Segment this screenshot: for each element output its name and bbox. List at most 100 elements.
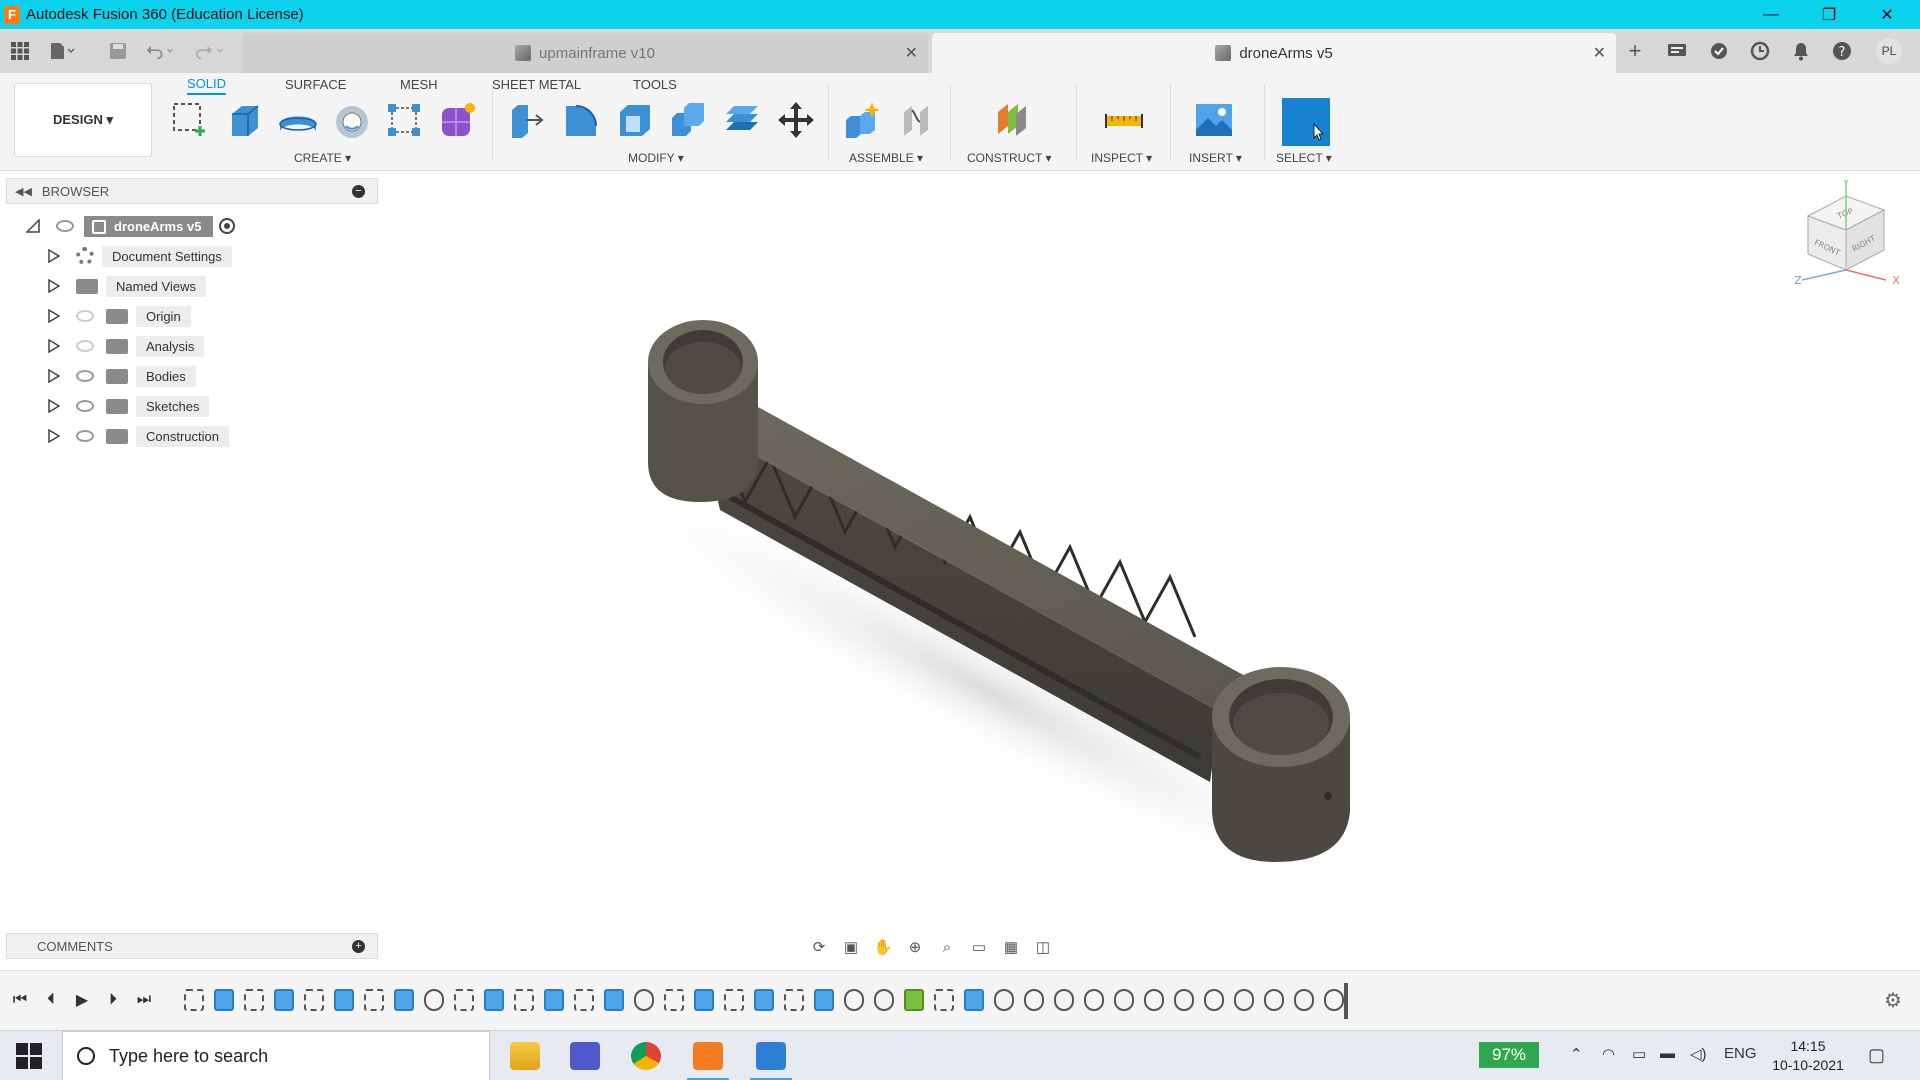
timeline-fillet-icon[interactable] xyxy=(1024,989,1044,1011)
taskbar-search-box[interactable]: Type here to search xyxy=(62,1031,490,1080)
tab-tools[interactable]: TOOLS xyxy=(633,73,677,95)
timeline-combine-icon[interactable] xyxy=(604,989,624,1011)
timeline-fillet-icon[interactable] xyxy=(1324,989,1344,1011)
fillet-icon[interactable] xyxy=(558,98,602,142)
timeline-fillet-icon[interactable] xyxy=(1264,989,1284,1011)
comments-panel-header[interactable]: COMMENTS + xyxy=(6,933,378,959)
volume-icon[interactable]: ◁) xyxy=(1690,1045,1707,1063)
user-avatar[interactable]: PL xyxy=(1876,38,1902,64)
timeline-extrude-icon[interactable] xyxy=(544,989,564,1011)
notifications-bell-icon[interactable] xyxy=(1788,38,1814,64)
tab-close-icon[interactable]: ✕ xyxy=(905,43,918,63)
timeline-marker[interactable] xyxy=(1344,983,1348,1019)
timeline-extrude-icon[interactable] xyxy=(484,989,504,1011)
display-settings-icon[interactable]: ▭ xyxy=(968,937,990,957)
minimize-button[interactable]: — xyxy=(1742,0,1800,29)
tab-dronearms[interactable]: droneArms v5 ✕ xyxy=(932,33,1616,73)
timeline-settings-gear-icon[interactable]: ⚙ xyxy=(1882,989,1904,1011)
hidden-eye-icon[interactable] xyxy=(76,310,94,322)
combine-icon[interactable] xyxy=(666,98,710,142)
windows-start-icon[interactable] xyxy=(16,1043,42,1069)
teams-icon[interactable] xyxy=(560,1036,610,1076)
browser-item-document-settings[interactable]: Document Settings xyxy=(48,244,232,268)
browser-item-origin[interactable]: Origin xyxy=(48,304,191,328)
timeline-sketch-icon[interactable] xyxy=(514,989,534,1011)
browser-item-construction[interactable]: Construction xyxy=(48,424,229,448)
expand-triangle-icon[interactable] xyxy=(48,369,60,383)
tab-upmainframe[interactable]: upmainframe v10 ✕ xyxy=(242,33,928,73)
power-icon[interactable]: ▬ xyxy=(1660,1045,1675,1062)
expand-triangle-icon[interactable] xyxy=(48,249,60,263)
show-hidden-icons-icon[interactable]: ⌃ xyxy=(1570,1045,1583,1063)
select-icon[interactable] xyxy=(1282,98,1330,146)
press-pull-icon[interactable] xyxy=(504,98,548,142)
timeline-sketch-icon[interactable] xyxy=(304,989,324,1011)
tab-solid[interactable]: SOLID xyxy=(187,73,226,95)
data-panel-grid-icon[interactable] xyxy=(6,37,34,65)
tab-mesh[interactable]: MESH xyxy=(400,73,438,95)
file-menu-icon[interactable] xyxy=(48,37,76,65)
timeline-fillet-icon[interactable] xyxy=(1294,989,1314,1011)
hole-icon[interactable] xyxy=(330,98,374,142)
joint-icon[interactable] xyxy=(894,98,938,142)
timeline-sketch-icon[interactable] xyxy=(244,989,264,1011)
timeline-sketch-icon[interactable] xyxy=(784,989,804,1011)
collapse-triangle-icon[interactable] xyxy=(26,219,40,233)
timeline-extrude-icon[interactable] xyxy=(694,989,714,1011)
tablet-icon[interactable]: ▭ xyxy=(1632,1045,1646,1063)
insert-image-icon[interactable] xyxy=(1192,98,1236,142)
timeline-sketch-icon[interactable] xyxy=(574,989,594,1011)
help-icon[interactable]: ? xyxy=(1829,38,1855,64)
move-copy-icon[interactable] xyxy=(774,98,818,142)
clock-icon[interactable] xyxy=(1747,38,1773,64)
timeline-play-icon[interactable]: ▶ xyxy=(71,989,93,1011)
timeline-fillet-icon[interactable] xyxy=(424,989,444,1011)
timeline-extrude-icon[interactable] xyxy=(964,989,984,1011)
browser-root-item[interactable]: droneArms v5 xyxy=(26,214,235,238)
timeline-fillet-icon[interactable] xyxy=(634,989,654,1011)
close-button[interactable]: ✕ xyxy=(1858,0,1916,29)
language-indicator[interactable]: ENG xyxy=(1724,1045,1757,1062)
browser-item-bodies[interactable]: Bodies xyxy=(48,364,196,388)
timeline-fillet-icon[interactable] xyxy=(1144,989,1164,1011)
timeline-next-icon[interactable]: ⏵ xyxy=(102,989,124,1011)
timeline-fillet-icon[interactable] xyxy=(874,989,894,1011)
timeline-extrude-icon[interactable] xyxy=(754,989,774,1011)
new-tab-button[interactable]: + xyxy=(1622,38,1648,64)
browser-item-named-views[interactable]: Named Views xyxy=(48,274,206,298)
create-form-icon[interactable] xyxy=(436,98,480,142)
chrome-icon[interactable] xyxy=(621,1036,671,1076)
extrude-icon[interactable] xyxy=(222,98,266,142)
timeline-last-icon[interactable]: ⏭ xyxy=(133,989,155,1011)
offset-plane-icon[interactable] xyxy=(990,98,1034,142)
browser-minimize-icon[interactable]: − xyxy=(352,185,365,198)
insert-group-label[interactable]: INSERT ▾ xyxy=(1189,151,1242,165)
system-clock[interactable]: 14:15 10-10-2021 xyxy=(1770,1037,1846,1075)
assemble-group-label[interactable]: ASSEMBLE ▾ xyxy=(849,151,923,165)
canvas-viewport[interactable]: TOP FRONT RIGHT Y X Z xyxy=(0,172,1920,962)
expand-triangle-icon[interactable] xyxy=(48,399,60,413)
timeline-sketch-icon[interactable] xyxy=(184,989,204,1011)
grid-settings-icon[interactable]: ▦ xyxy=(1000,937,1022,957)
fit-zoom-icon[interactable]: ⌕ xyxy=(936,937,958,957)
timeline-extrude-icon[interactable] xyxy=(334,989,354,1011)
select-group-label[interactable]: SELECT ▾ xyxy=(1276,151,1332,165)
browser-item-analysis[interactable]: Analysis xyxy=(48,334,204,358)
orbit-icon[interactable]: ⟳ xyxy=(808,937,830,957)
activate-radio-icon[interactable] xyxy=(219,218,235,234)
visibility-eye-icon[interactable] xyxy=(76,370,94,382)
expand-triangle-icon[interactable] xyxy=(48,339,60,353)
wifi-icon[interactable]: ◠ xyxy=(1602,1045,1615,1063)
tab-sheet-metal[interactable]: SHEET METAL xyxy=(492,73,581,95)
timeline-sketch-icon[interactable] xyxy=(364,989,384,1011)
battery-indicator[interactable]: 97% xyxy=(1479,1042,1539,1068)
redo-icon[interactable] xyxy=(196,37,224,65)
timeline-fillet-icon[interactable] xyxy=(1174,989,1194,1011)
undo-icon[interactable] xyxy=(146,37,174,65)
browser-panel-header[interactable]: ◀◀ BROWSER − xyxy=(6,178,378,204)
timeline-sketch-icon[interactable] xyxy=(934,989,954,1011)
maximize-button[interactable]: ❐ xyxy=(1800,0,1858,29)
construct-group-label[interactable]: CONSTRUCT ▾ xyxy=(967,151,1051,165)
timeline-extrude-icon[interactable] xyxy=(214,989,234,1011)
inspect-group-label[interactable]: INSPECT ▾ xyxy=(1091,151,1152,165)
